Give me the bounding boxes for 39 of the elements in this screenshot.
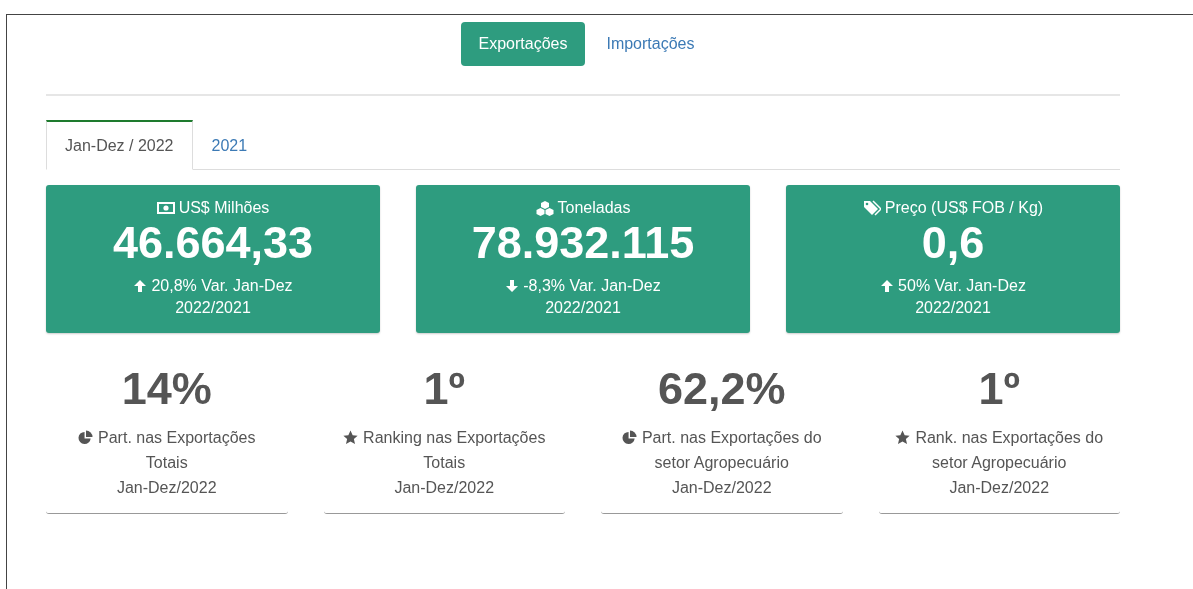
stat-period: Jan-Dez/2022: [393, 478, 496, 498]
metric-value: 78.932.115: [470, 217, 696, 269]
pie-chart-icon: [78, 430, 94, 445]
period-text: 2022/2021: [174, 299, 252, 317]
card-title: Toneladas: [557, 199, 631, 217]
stat-label: setor Agropecuário: [654, 453, 789, 473]
stat-period: Jan-Dez/2022: [115, 478, 218, 498]
metric-value: 0,6: [920, 217, 986, 269]
stat-label: Part. nas Exportações do: [641, 428, 822, 448]
star-icon: [343, 430, 359, 445]
stat-value: 62,2%: [656, 363, 787, 415]
card-title: US$ Milhões: [178, 199, 270, 217]
period-text: 2022/2021: [544, 299, 622, 317]
star-icon: [895, 430, 911, 445]
stat-label: Rank. nas Exportações do: [915, 428, 1104, 448]
nav-tab[interactable]: Exportações: [460, 22, 586, 66]
change-text: 20,8% Var. Jan-Dez: [151, 277, 293, 295]
period-tab[interactable]: Jan-Dez / 2022: [46, 120, 193, 170]
nav-tab[interactable]: Importações: [591, 22, 710, 66]
stat-label: setor Agropecuário: [932, 453, 1067, 473]
stat-label: Ranking nas Exportações: [363, 428, 546, 448]
stat-label: Totais: [423, 453, 466, 473]
stat-value: 1º: [977, 363, 1021, 415]
tag-icon: [862, 200, 881, 216]
change-text: -8,3% Var. Jan-Dez: [523, 277, 661, 295]
period-text: 2022/2021: [914, 299, 992, 317]
stat-period: Jan-Dez/2022: [948, 478, 1051, 498]
stat-period: Jan-Dez/2022: [670, 478, 773, 498]
stat-value: 14%: [120, 363, 213, 415]
cubes-icon: [535, 200, 554, 216]
card-title: Preço (US$ FOB / Kg): [884, 199, 1044, 217]
pie-chart-icon: [621, 430, 637, 445]
stat-label: Part. nas Exportações: [98, 428, 256, 448]
banknote-icon: [156, 202, 175, 214]
period-tab[interactable]: 2021: [192, 120, 267, 170]
change-text: 50% Var. Jan-Dez: [898, 277, 1026, 295]
stat-label: Totais: [145, 453, 188, 473]
stat-value: 1º: [422, 363, 466, 415]
metric-value: 46.664,33: [111, 217, 315, 269]
